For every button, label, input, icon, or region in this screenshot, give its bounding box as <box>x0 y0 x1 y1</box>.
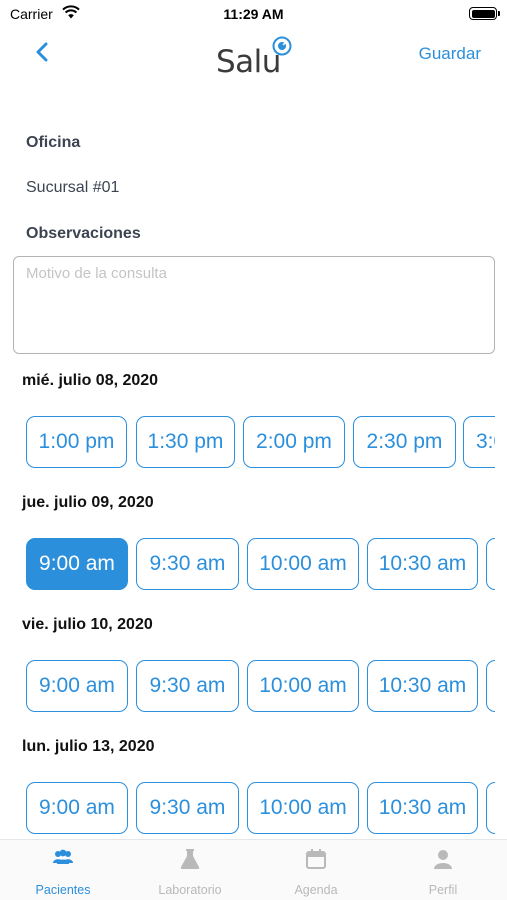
time-slot-button[interactable]: 1:00 pm <box>26 416 127 468</box>
tab-pacientes[interactable]: Pacientes <box>0 840 126 900</box>
slot-row: 9:00 am9:30 am10:00 am10:30 am 11:00 am <box>0 538 495 594</box>
observations-field[interactable] <box>13 256 495 354</box>
observations-label: Observaciones <box>26 225 141 242</box>
day-date: jue. julio 09, 2020 <box>22 494 154 511</box>
salu-logo: Salu <box>214 34 304 80</box>
time-slot-button[interactable]: 10:30 am <box>367 782 478 834</box>
profile-icon <box>432 848 454 875</box>
time-slot-button[interactable]: 10:30 am <box>367 538 478 590</box>
time-slot-button[interactable]: 10:00 am <box>247 538 359 590</box>
save-button[interactable]: Guardar <box>419 44 481 64</box>
day-date: lun. julio 13, 2020 <box>22 738 155 755</box>
time-slot-button[interactable]: 11:00 am <box>486 660 495 712</box>
office-label: Oficina <box>26 134 81 151</box>
day-date: mié. julio 08, 2020 <box>22 372 159 389</box>
navigation-bar: Salu Guardar <box>0 30 507 80</box>
tab-label: Perfil <box>428 883 458 897</box>
chevron-left-icon <box>36 42 48 62</box>
tab-agenda[interactable]: Agenda <box>253 840 379 900</box>
time-slot-button[interactable]: 9:00 am <box>26 782 128 834</box>
tab-label: Agenda <box>294 883 338 897</box>
battery-icon <box>469 7 500 20</box>
time-slot-button[interactable]: 2:00 pm <box>243 416 345 468</box>
time-slot-button[interactable]: 1:30 pm <box>136 416 235 468</box>
time-slot-button[interactable]: 9:30 am <box>136 660 239 712</box>
slot-row: 9:00 am9:30 am10:00 am10:30 am 11:00 am <box>0 660 495 716</box>
slot-row: 9:00 am9:30 am10:00 am10:30 am 11:00 am <box>0 782 495 838</box>
tab-bar: Pacientes Laboratorio Agenda Perfil <box>0 839 507 900</box>
office-value[interactable]: Sucursal #01 <box>26 179 119 197</box>
time-slot-button[interactable]: 10:30 am <box>367 660 478 712</box>
logo-mark-icon <box>272 36 292 61</box>
time-slot-button[interactable]: 9:30 am <box>136 782 239 834</box>
status-bar: Carrier 11:29 AM <box>0 0 507 30</box>
tab-perfil[interactable]: Perfil <box>380 840 506 900</box>
time-slot-button[interactable]: 11:00 am <box>486 782 495 834</box>
time-slot-button[interactable]: 10:00 am <box>247 782 359 834</box>
calendar-icon <box>305 848 327 875</box>
time-slot-button[interactable]: 2:30 pm <box>353 416 456 468</box>
day-date: vie. julio 10, 2020 <box>22 616 153 633</box>
time-slot-button[interactable]: 3:00 pm <box>463 416 495 468</box>
status-time: 11:29 AM <box>223 6 284 22</box>
tab-label: Pacientes <box>35 883 91 897</box>
time-slot-button[interactable]: 9:00 am <box>26 660 128 712</box>
slot-row: 1:00 pm1:30 pm2:00 pm2:30 pm3:00 pm <box>0 416 495 472</box>
patients-icon <box>51 848 75 873</box>
tab-laboratorio[interactable]: Laboratorio <box>127 840 253 900</box>
tab-label: Laboratorio <box>158 883 222 897</box>
time-slot-button[interactable]: 10:00 am <box>247 660 359 712</box>
time-slot-button[interactable]: 9:00 am <box>26 538 128 590</box>
time-slot-button[interactable]: 11:00 am <box>486 538 495 590</box>
flask-icon <box>179 848 201 875</box>
back-button[interactable] <box>30 38 60 68</box>
time-slot-button[interactable]: 9:30 am <box>136 538 239 590</box>
